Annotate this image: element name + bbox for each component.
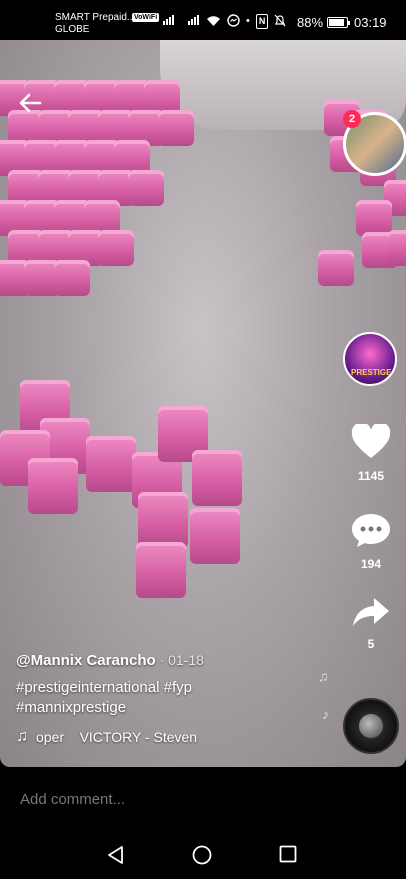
battery-icon: [327, 17, 350, 28]
share-arrow-icon: [340, 596, 402, 633]
comment-bar[interactable]: Add comment...: [0, 767, 406, 829]
post-date: · 01-18: [155, 652, 204, 668]
comment-bubble-icon: [340, 512, 402, 553]
status-icons: • N: [206, 14, 286, 29]
creator-avatar[interactable]: PRESTIGE: [343, 332, 397, 386]
share-count: 5: [367, 637, 375, 651]
product-tub: [128, 170, 164, 206]
music-disc[interactable]: [343, 698, 399, 754]
comment-input[interactable]: Add comment...: [20, 791, 125, 808]
product-tub: [190, 508, 240, 564]
music-info[interactable]: ♫ oper VICTORY - Steven: [16, 728, 326, 746]
product-tub: [318, 250, 354, 286]
signal-icon: [163, 15, 174, 25]
product-tub: [136, 542, 186, 598]
floating-note-icon: ♪: [322, 706, 329, 722]
square-recent-icon[interactable]: [279, 845, 297, 868]
messenger-icon: [227, 14, 240, 29]
mute-bell-icon: [274, 14, 286, 29]
vowifi-badge: VoWiFi: [132, 13, 160, 22]
product-tub: [192, 450, 242, 506]
product-tub: [54, 260, 90, 296]
wifi-icon: [206, 15, 221, 29]
nfc-icon: N: [255, 14, 269, 29]
carrier-primary: SMART Prepaid...: [55, 12, 136, 23]
product-tub: [98, 230, 134, 266]
creator-username[interactable]: @Mannix Carancho: [16, 652, 156, 669]
product-tub: [388, 230, 406, 266]
like-count: 1145: [357, 469, 385, 483]
like-button[interactable]: 1145: [340, 422, 402, 483]
system-nav-bar: [0, 829, 406, 879]
carrier-info: SMART Prepaid... GLOBE: [55, 12, 135, 36]
hashtag-line[interactable]: #prestigeinternational #fyp: [16, 678, 326, 698]
back-arrow-icon[interactable]: [18, 92, 42, 118]
avatar-label: PRESTIGE: [351, 368, 392, 377]
music-note-icon: ♫: [16, 728, 28, 745]
product-tub: [158, 110, 194, 146]
comment-count: 194: [360, 557, 382, 571]
video-caption: @Mannix Carancho · 01-18 #prestigeintern…: [16, 652, 326, 746]
product-tub: [356, 200, 392, 236]
share-button[interactable]: 5: [340, 596, 402, 651]
carrier-secondary: GLOBE: [55, 24, 90, 35]
live-badge: 2: [343, 110, 361, 128]
more-notifications-icon: •: [246, 15, 250, 27]
hashtag-line[interactable]: #mannixprestige: [16, 698, 326, 718]
heart-icon: [340, 422, 402, 465]
triangle-back-icon[interactable]: [106, 845, 126, 870]
battery-percent: 88%: [297, 15, 324, 30]
status-time: 03:19: [354, 15, 387, 30]
circle-home-icon[interactable]: [192, 845, 212, 870]
signal-2-icon: [188, 15, 199, 25]
product-tub: [138, 492, 188, 548]
floating-note-icon: ♫: [318, 668, 329, 684]
comment-button[interactable]: 194: [340, 512, 402, 571]
product-tub: [86, 436, 136, 492]
music-title: oper VICTORY - Steven: [36, 729, 198, 745]
hashtags: #prestigeinternational #fyp #mannixprest…: [16, 678, 326, 718]
product-tub: [28, 458, 78, 514]
status-bar: SMART Prepaid... GLOBE VoWiFi • N 88% 03…: [0, 0, 406, 40]
